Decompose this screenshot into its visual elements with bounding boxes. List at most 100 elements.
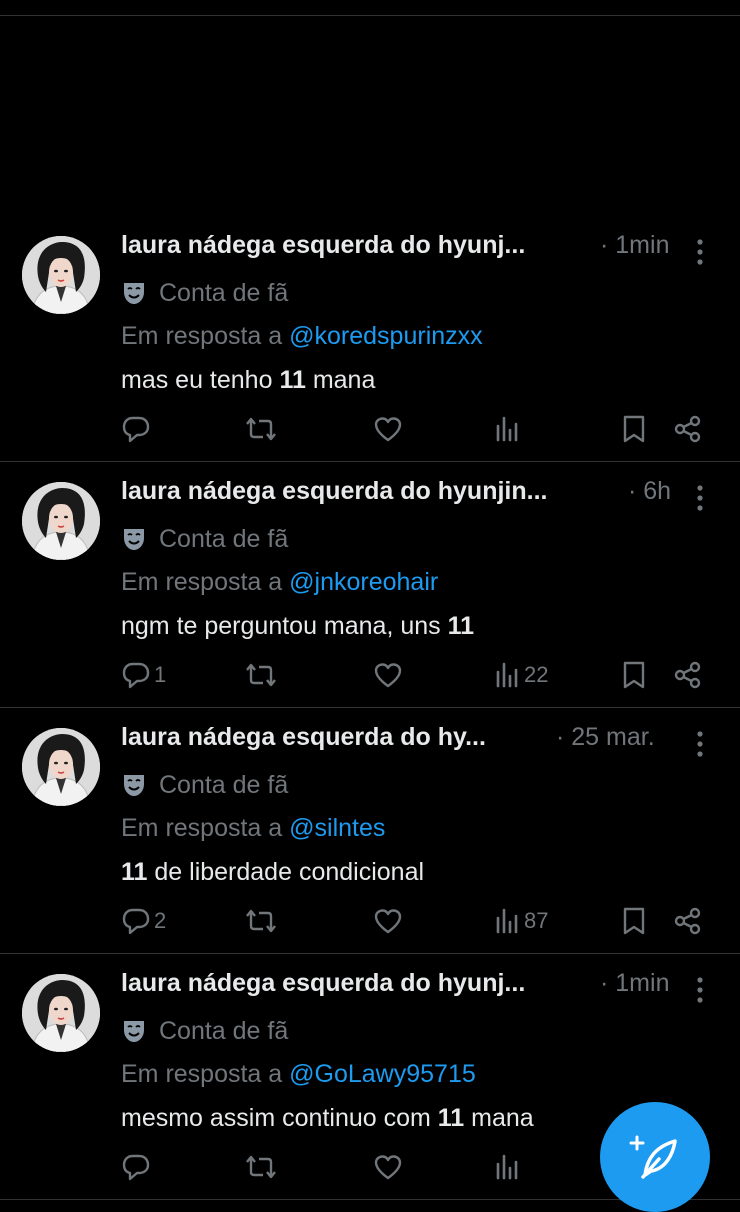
timestamp[interactable]: · 6h bbox=[628, 477, 671, 506]
views-button[interactable]: 22 bbox=[495, 658, 548, 692]
more-icon bbox=[697, 239, 703, 265]
repost-button[interactable] bbox=[245, 658, 277, 692]
like-icon bbox=[374, 909, 402, 934]
tweet-text-part: mana bbox=[464, 1104, 534, 1132]
tweet-text: ngm te perguntou mana, uns 11 bbox=[121, 612, 474, 641]
tweet[interactable]: laura nádega esquerda do hyunj... · 1min… bbox=[0, 216, 740, 462]
reply-button[interactable] bbox=[121, 412, 154, 446]
account-label: Conta de fã bbox=[121, 524, 288, 554]
reply-icon bbox=[122, 416, 150, 443]
more-options-button[interactable] bbox=[688, 976, 712, 1004]
views-button[interactable] bbox=[495, 412, 524, 446]
time-text: 1min bbox=[615, 969, 670, 997]
author-name[interactable]: laura nádega esquerda do hy... bbox=[121, 723, 486, 752]
like-button[interactable] bbox=[373, 658, 403, 692]
reply-prefix: Em resposta a bbox=[121, 322, 283, 350]
more-icon bbox=[697, 977, 703, 1003]
avatar[interactable] bbox=[22, 236, 100, 314]
timestamp[interactable]: · 1min bbox=[600, 969, 669, 998]
repost-button[interactable] bbox=[245, 1150, 277, 1184]
repost-icon bbox=[246, 909, 276, 933]
repost-icon bbox=[246, 663, 276, 687]
author-name[interactable]: laura nádega esquerda do hyunj... bbox=[121, 969, 525, 998]
views-icon bbox=[496, 908, 518, 934]
share-button[interactable] bbox=[674, 904, 702, 938]
repost-icon bbox=[246, 1155, 276, 1179]
tweet-actions: 1 22 bbox=[0, 658, 740, 692]
bookmark-button[interactable] bbox=[621, 658, 647, 692]
reply-icon bbox=[122, 1154, 150, 1181]
bookmark-button[interactable] bbox=[621, 904, 647, 938]
views-button[interactable]: 87 bbox=[495, 904, 548, 938]
repost-button[interactable] bbox=[245, 412, 277, 446]
tweet-actions bbox=[0, 412, 740, 446]
reply-handle-link[interactable]: @jnkoreohair bbox=[289, 568, 438, 596]
reply-button[interactable] bbox=[121, 1150, 154, 1184]
tweet[interactable]: laura nádega esquerda do hyunjin... · 6h… bbox=[0, 462, 740, 708]
more-options-button[interactable] bbox=[688, 238, 712, 266]
tweet-text: 11 de liberdade condicional bbox=[121, 858, 424, 887]
tweet[interactable]: laura nadega esquerda do hyunjin... · 3h… bbox=[0, 0, 740, 16]
theater-mask-icon bbox=[124, 775, 144, 796]
share-button[interactable] bbox=[674, 412, 702, 446]
views-button[interactable] bbox=[495, 1150, 524, 1184]
time-text: 6h bbox=[643, 477, 672, 505]
views-count: 22 bbox=[524, 662, 549, 687]
tweet-text: mesmo assim continuo com 11 mana bbox=[121, 1104, 534, 1133]
author-name[interactable]: laura nádega esquerda do hyunj... bbox=[121, 231, 525, 260]
reply-icon bbox=[122, 662, 150, 689]
more-options-button[interactable] bbox=[688, 484, 712, 512]
tweet-text-part: de liberdade condicional bbox=[147, 858, 425, 886]
repost-icon bbox=[246, 417, 276, 441]
compose-post-button[interactable] bbox=[600, 1102, 710, 1212]
reply-count: 1 bbox=[154, 662, 167, 687]
views-icon bbox=[496, 416, 518, 442]
tweet-text-part: mas eu tenho bbox=[121, 366, 280, 394]
like-icon bbox=[374, 663, 402, 688]
time-text: 1min bbox=[615, 231, 670, 259]
like-icon bbox=[374, 417, 402, 442]
account-label: Conta de fã bbox=[121, 770, 288, 800]
reply-icon bbox=[122, 908, 150, 935]
reply-prefix: Em resposta a bbox=[121, 568, 283, 596]
theater-mask-icon bbox=[124, 529, 144, 550]
compose-post-icon bbox=[629, 1135, 677, 1179]
badge-text: Conta de fã bbox=[159, 278, 289, 307]
repost-button[interactable] bbox=[245, 904, 277, 938]
share-button[interactable] bbox=[674, 658, 702, 692]
more-options-button[interactable] bbox=[688, 730, 712, 758]
tweet-text-part: 11 bbox=[121, 858, 148, 886]
avatar[interactable] bbox=[22, 974, 100, 1052]
reply-context: Em resposta a @koredspurinzxx bbox=[121, 322, 483, 351]
like-button[interactable] bbox=[373, 1150, 403, 1184]
reply-handle-link[interactable]: @koredspurinzxx bbox=[289, 322, 483, 350]
reply-prefix: Em resposta a bbox=[121, 1060, 283, 1088]
author-name[interactable]: laura nádega esquerda do hyunjin... bbox=[121, 477, 547, 506]
reply-context: Em resposta a @silntes bbox=[121, 814, 385, 843]
reply-button[interactable]: 2 bbox=[121, 904, 166, 938]
reply-handle-link[interactable]: @silntes bbox=[289, 814, 385, 842]
avatar[interactable] bbox=[22, 482, 100, 560]
tweet-text-part: ngm te perguntou mana, uns bbox=[121, 612, 448, 640]
share-icon bbox=[674, 907, 701, 935]
bookmark-icon bbox=[623, 661, 645, 689]
bookmark-icon bbox=[623, 907, 645, 935]
like-button[interactable] bbox=[373, 904, 403, 938]
bookmark-button[interactable] bbox=[621, 412, 647, 446]
timestamp[interactable]: · 25 mar. bbox=[556, 723, 655, 752]
tweet-text-part: 11 bbox=[279, 366, 306, 394]
theater-mask-icon bbox=[124, 283, 144, 304]
reply-button[interactable]: 1 bbox=[121, 658, 166, 692]
more-icon bbox=[697, 731, 703, 757]
reply-count: 2 bbox=[154, 908, 167, 933]
tweet[interactable]: laura nádega esquerda do hy... · 25 mar.… bbox=[0, 708, 740, 954]
time-text: 25 mar. bbox=[571, 723, 655, 751]
like-icon bbox=[374, 1155, 402, 1180]
reply-prefix: Em resposta a bbox=[121, 814, 283, 842]
avatar[interactable] bbox=[22, 728, 100, 806]
tweet-text-part: 11 bbox=[447, 612, 475, 640]
tweet-text-part: mesmo assim continuo com bbox=[121, 1104, 438, 1132]
timestamp[interactable]: · 1min bbox=[600, 231, 669, 260]
reply-handle-link[interactable]: @GoLawy95715 bbox=[289, 1060, 476, 1088]
like-button[interactable] bbox=[373, 412, 403, 446]
